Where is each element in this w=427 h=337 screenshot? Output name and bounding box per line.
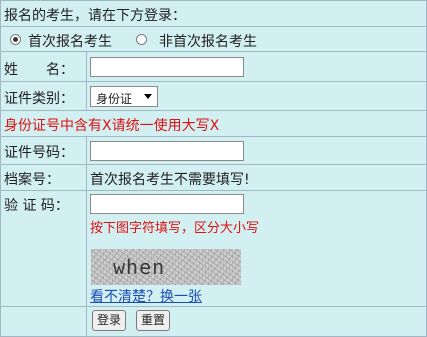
captcha-input[interactable] bbox=[90, 194, 244, 214]
id-notice: 身份证号中含有X请统一使用大写X bbox=[4, 118, 220, 134]
returning-label[interactable]: 非首次报名考生 bbox=[159, 31, 257, 51]
id-number-input[interactable] bbox=[90, 141, 244, 161]
id-number-row: 证件号码： bbox=[1, 137, 426, 165]
captcha-value-cell: 按下图字符填写，区分大小写 when 看不清楚？换一张 bbox=[88, 191, 426, 306]
reset-button[interactable]: 重置 bbox=[136, 310, 171, 331]
archive-note: 首次报名考生不需要填写! bbox=[90, 172, 250, 188]
id-type-label-cell: 证件类别： bbox=[1, 82, 87, 110]
archive-label: 档案号： bbox=[4, 172, 60, 188]
captcha-label: 验 证 码： bbox=[4, 198, 69, 214]
button-value-cell: 登录 重置 bbox=[88, 307, 426, 336]
id-number-label-cell: 证件号码： bbox=[1, 137, 87, 164]
login-button[interactable]: 登录 bbox=[92, 310, 127, 331]
button-row: 登录 重置 bbox=[1, 307, 426, 336]
captcha-refresh-link[interactable]: 看不清楚？换一张 bbox=[90, 286, 202, 306]
login-panel: 报名的考生，请在下方登录： 首次报名考生 非首次报名考生 姓 名： 证件类别： … bbox=[0, 0, 427, 337]
id-number-value-cell bbox=[88, 137, 426, 164]
id-type-value-cell: 身份证 bbox=[88, 82, 426, 110]
id-type-label: 证件类别： bbox=[4, 91, 74, 107]
id-notice-row: 身份证号中含有X请统一使用大写X bbox=[1, 111, 426, 137]
chevron-down-icon bbox=[144, 94, 152, 99]
button-label-cell bbox=[1, 307, 87, 336]
id-number-label: 证件号码： bbox=[4, 145, 74, 161]
name-label: 姓 名： bbox=[4, 62, 74, 78]
applicant-type-row: 首次报名考生 非首次报名考生 bbox=[1, 27, 426, 52]
captcha-label-cell: 验 证 码： bbox=[1, 191, 87, 306]
archive-row: 档案号： 首次报名考生不需要填写! bbox=[1, 165, 426, 191]
login-prompt: 报名的考生，请在下方登录： bbox=[4, 8, 186, 24]
first-time-radio[interactable] bbox=[10, 34, 21, 45]
name-row: 姓 名： bbox=[1, 52, 426, 82]
name-input[interactable] bbox=[90, 57, 244, 77]
captcha-hint: 按下图字符填写，区分大小写 bbox=[90, 221, 260, 236]
archive-value-cell: 首次报名考生不需要填写! bbox=[88, 165, 426, 190]
id-type-row: 证件类别： 身份证 bbox=[1, 82, 426, 111]
name-label-cell: 姓 名： bbox=[1, 52, 87, 81]
captcha-text: when bbox=[113, 255, 166, 279]
captcha-image[interactable]: when bbox=[91, 249, 241, 285]
name-value-cell bbox=[88, 52, 426, 81]
first-time-label[interactable]: 首次报名考生 bbox=[28, 31, 112, 51]
id-type-selected: 身份证 bbox=[96, 92, 133, 106]
header-row: 报名的考生，请在下方登录： bbox=[1, 1, 426, 27]
archive-label-cell: 档案号： bbox=[1, 165, 87, 190]
id-type-select[interactable]: 身份证 bbox=[90, 86, 158, 107]
captcha-row: 验 证 码： 按下图字符填写，区分大小写 when 看不清楚？换一张 bbox=[1, 191, 426, 307]
returning-radio[interactable] bbox=[136, 34, 147, 45]
